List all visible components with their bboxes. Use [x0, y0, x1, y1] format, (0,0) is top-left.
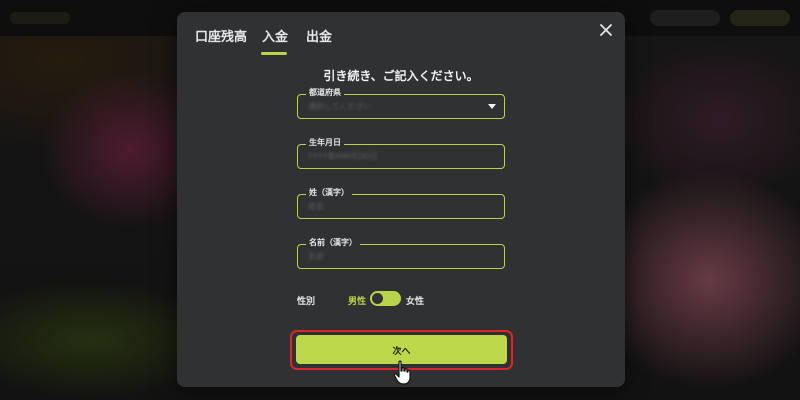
last-name-field[interactable]: 姓（漢字） 姓名 [297, 187, 505, 219]
birthdate-value: YYYY年MM月DD日 [308, 152, 378, 161]
prefecture-select[interactable]: 都道府県 選択してください [297, 87, 505, 119]
gender-label: 性別 [297, 297, 316, 307]
toggle-knob [372, 293, 383, 304]
background-header-item [650, 10, 720, 26]
next-button-label: 次へ [392, 347, 411, 357]
form-heading: 引き続き、ご記入ください。 [323, 69, 479, 83]
active-tab-indicator [261, 52, 287, 55]
first-name-label: 名前（漢字） [306, 237, 360, 248]
gender-male-label[interactable]: 男性 [348, 294, 366, 307]
tab-deposit[interactable]: 入金 [262, 26, 288, 45]
close-button[interactable] [597, 21, 615, 39]
chevron-down-icon [488, 104, 496, 109]
first-name-field[interactable]: 名前（漢字） 名前 [297, 237, 505, 269]
background-header-item [730, 10, 790, 26]
gender-toggle[interactable] [370, 291, 401, 306]
first-name-value: 名前 [308, 252, 324, 261]
close-icon [600, 24, 612, 36]
last-name-label: 姓（漢字） [306, 187, 352, 198]
tab-balance[interactable]: 口座残高 [195, 26, 247, 45]
deposit-modal: 口座残高 入金 出金 引き続き、ご記入ください。 都道府県 選択してください 生… [177, 12, 625, 387]
prefecture-label: 都道府県 [306, 87, 344, 98]
tab-withdraw[interactable]: 出金 [306, 26, 332, 45]
hand-pointer-icon [393, 360, 411, 385]
background-logo [10, 12, 70, 24]
birthdate-label: 生年月日 [306, 137, 344, 148]
gender-female-label[interactable]: 女性 [406, 294, 424, 307]
last-name-value: 姓名 [308, 202, 324, 211]
birthdate-field[interactable]: 生年月日 YYYY年MM月DD日 [297, 137, 505, 169]
prefecture-value: 選択してください [308, 102, 372, 111]
